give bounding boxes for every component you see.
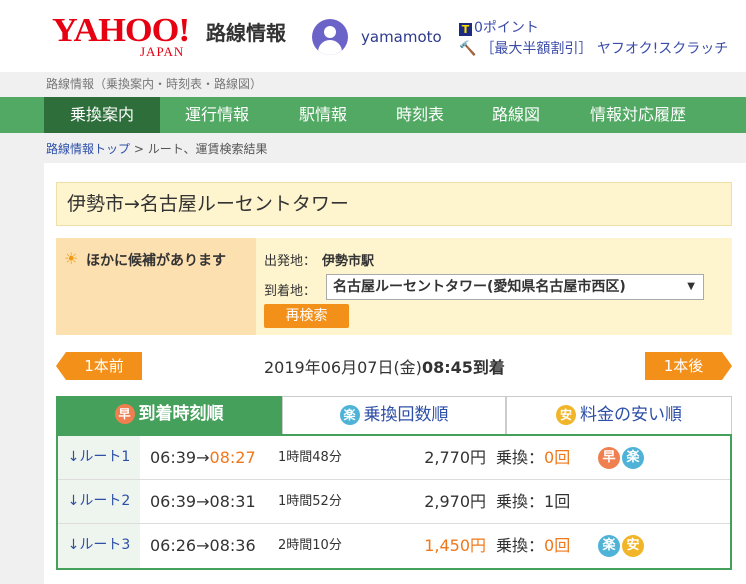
arr-time: 08:31 [209,492,256,511]
yahoo-logo-sub: JAPAN [140,44,185,59]
easy-icon: 楽 [339,405,360,425]
from-label: 出発地： [264,254,317,269]
transfer-label: 乗換： [496,492,545,511]
nav-service-info[interactable]: 運行情報 [165,97,269,133]
route-link[interactable]: ↓ルート1 [58,436,140,479]
auction-label: ［最大半額割引］ ヤフオク!スクラッチ [480,41,729,57]
breadcrumb: 路線情報トップ > ルート、運賃検索結果 [46,140,267,157]
tab-transfer-order[interactable]: 楽乗換回数順 [282,396,506,434]
t-point-icon: T [459,23,472,36]
service-name[interactable]: 路線情報 [206,17,286,46]
route-time: 06:39→08:31 [150,480,256,523]
route-badges: 楽安 [598,535,646,557]
easy-icon: 楽 [598,535,620,557]
arrow-glyph: → [196,492,210,511]
route-duration: 1時間48分 [278,450,342,465]
table-row[interactable]: ↓ルート1 06:39→08:27 1時間48分 2,770円 乗換：0回 早楽 [58,436,730,480]
route-duration: 2時間10分 [278,538,342,553]
cheap-icon: 安 [556,405,576,425]
yahoo-logo[interactable]: YAHOO! [52,14,190,48]
points-label: 0ポイント [474,20,539,36]
route-time: 06:26→08:36 [150,524,256,567]
route-title: 伊勢市→名古屋ルーセントタワー [56,182,732,226]
nav-route-map[interactable]: 路線図 [472,97,560,133]
search-time: 08:45到着 [421,358,505,377]
avatar-icon[interactable] [312,19,348,55]
tab-transfer-label: 乗換回数順 [363,405,449,425]
breadcrumb-home[interactable]: 路線情報トップ [46,142,130,156]
main-nav: 乗換案内 運行情報 駅情報 時刻表 路線図 情報対応履歴 [0,97,746,133]
alternatives-form: 出発地： 伊勢市駅 到着地： 名古屋ルーセントタワー(愛知県名古屋市西区) ▼ 再… [256,238,732,335]
research-button[interactable]: 再検索 [264,304,349,328]
route-link[interactable]: ↓ルート3 [58,524,140,568]
breadcrumb-top: 路線情報（乗換案内・時刻表・路線図） [46,77,263,91]
gavel-icon: 🔨 [459,41,477,57]
route-link[interactable]: ↓ルート2 [58,480,140,523]
nav-station-info[interactable]: 駅情報 [277,97,369,133]
transfer-count: 0回 [544,448,571,467]
arr-time: 08:36 [209,536,256,555]
search-datetime: 2019年06月07日(金)08:45到着 [264,354,505,378]
dropdown-arrow-icon: ▼ [687,281,695,292]
from-value: 伊勢市駅 [322,254,375,269]
fast-icon: 早 [114,404,135,424]
table-row[interactable]: ↓ルート2 06:39→08:31 1時間52分 2,970円 乗換：1回 [58,480,730,524]
transfer-label: 乗換： [496,448,545,467]
transfer-count: 0回 [544,536,571,555]
lightbulb-icon: ☀ [64,249,79,268]
alternatives-panel: ☀ ほかに候補があります [56,238,256,335]
to-label: 到着地： [264,284,317,299]
route-transfers: 乗換：0回 [496,436,570,479]
header: YAHOO! JAPAN 路線情報 yamamoto T 0ポイント 🔨 ［最大半額… [0,0,746,72]
breadcrumb-sep: > [130,142,148,156]
table-row[interactable]: ↓ルート3 06:26→08:36 2時間10分 1,450円 乗換：0回 楽安 [58,524,730,568]
destination-select[interactable]: 名古屋ルーセントタワー(愛知県名古屋市西区) ▼ [326,274,704,300]
alternatives-heading: ほかに候補があります [86,253,226,269]
route-transfers: 乗換：0回 [496,524,570,567]
route-fare: 1,450円 [424,536,486,555]
tab-arrival-label: 到着時刻順 [138,404,224,424]
arrow-glyph: → [196,536,210,555]
next-train-button[interactable]: 1本後 [645,352,732,380]
route-duration: 1時間52分 [278,494,342,509]
route-time: 06:39→08:27 [150,436,256,479]
route-table: ↓ルート1 06:39→08:27 1時間48分 2,770円 乗換：0回 早楽… [56,434,732,570]
points-link[interactable]: T 0ポイント [459,17,539,37]
route-fare: 2,970円 [424,492,486,511]
tab-fare-order[interactable]: 安料金の安い順 [506,396,732,434]
breadcrumb-current: ルート、運賃検索結果 [147,142,268,156]
nav-transfer[interactable]: 乗換案内 [44,97,160,133]
route-badges: 早楽 [598,447,646,469]
tab-fare-label: 料金の安い順 [580,405,682,425]
dep-time: 06:39 [150,448,197,467]
search-date: 2019年06月07日(金) [264,358,422,377]
route-transfers: 乗換：1回 [496,480,570,523]
easy-icon: 楽 [622,447,644,469]
prev-train-button[interactable]: 1本前 [56,352,142,380]
dep-time: 06:39 [150,492,197,511]
cheap-icon: 安 [622,535,644,557]
arrow-glyph: → [196,448,210,467]
fast-icon: 早 [598,447,620,469]
route-fare: 2,770円 [424,448,486,467]
auction-link[interactable]: 🔨 ［最大半額割引］ ヤフオク!スクラッチ [459,38,728,58]
tab-arrival-order[interactable]: 早到着時刻順 [56,396,282,434]
username-link[interactable]: yamamoto [361,28,442,46]
transfer-count: 1回 [544,492,571,511]
arr-time: 08:27 [209,448,256,467]
nav-timetable[interactable]: 時刻表 [376,97,464,133]
transfer-label: 乗換： [496,536,545,555]
dep-time: 06:26 [150,536,197,555]
nav-history[interactable]: 情報対応履歴 [568,97,708,133]
destination-value: 名古屋ルーセントタワー(愛知県名古屋市西区) [333,279,626,295]
